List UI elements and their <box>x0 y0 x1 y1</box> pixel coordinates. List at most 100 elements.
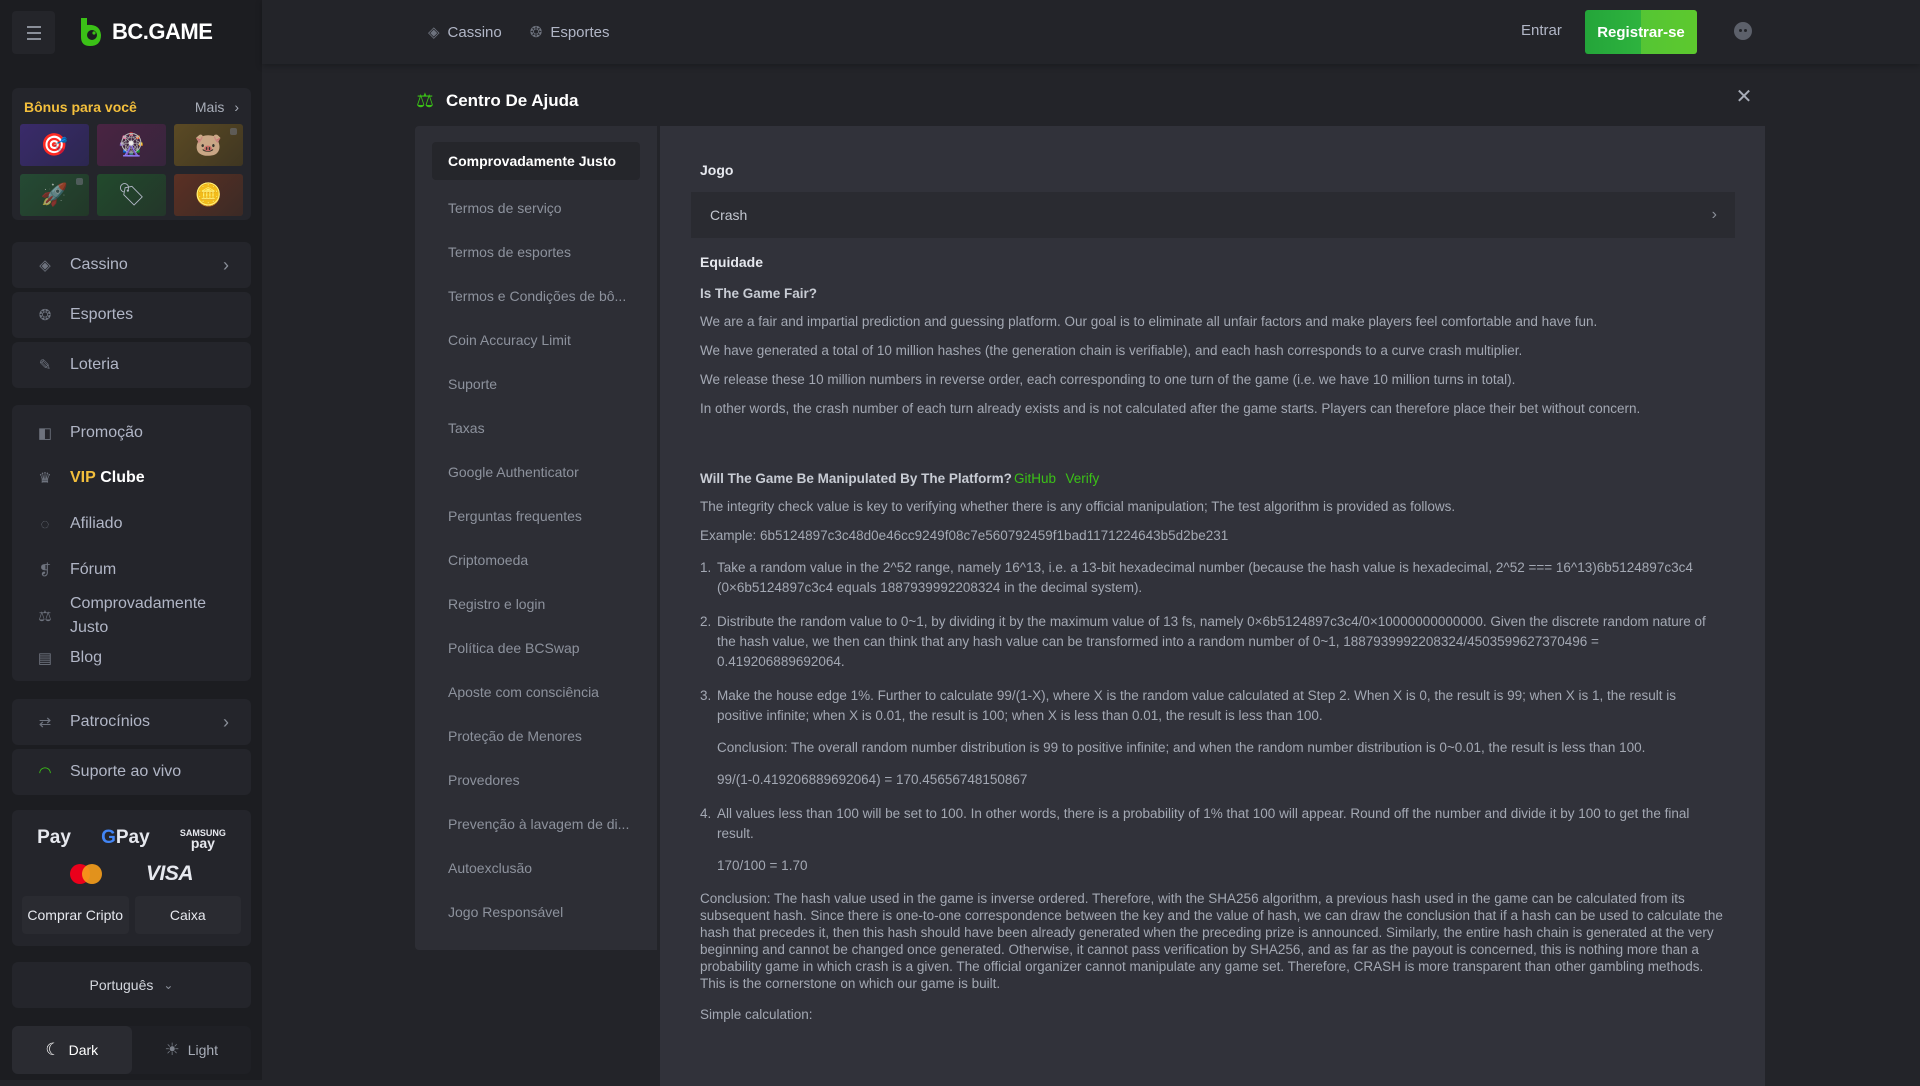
help-center-title: Centro De Ajuda <box>445 90 579 110</box>
help-nav-item[interactable]: Termos e Condições de bô... <box>432 274 640 318</box>
help-nav-item[interactable]: Política dee BCSwap <box>432 626 640 670</box>
help-nav-item[interactable]: Criptomoeda <box>432 538 640 582</box>
paragraph: We have generated a total of 10 million … <box>700 343 1523 358</box>
light-label: Light <box>187 1042 219 1058</box>
top-nav-cassino[interactable]: ◈ Cassino <box>428 23 502 42</box>
sidebar-item-blog[interactable]: ▤ Blog <box>12 640 251 676</box>
top-nav-label: Esportes <box>550 23 610 41</box>
sidebar-item-vip-clube[interactable]: ♛ VIP Clube <box>12 460 251 496</box>
help-nav-item[interactable]: Perguntas frequentes <box>432 494 640 538</box>
lock-icon <box>230 128 237 135</box>
bonus-card: Bônus para você Mais 🎯 🎡 🐷 🚀 🏷 🪙 <box>12 88 251 220</box>
logo[interactable]: BC.GAME <box>78 16 213 48</box>
game-label: Jogo <box>700 162 734 178</box>
top-nav-esportes[interactable]: ❂ Esportes <box>530 23 610 42</box>
help-nav-item[interactable]: Proteção de Menores <box>432 714 640 758</box>
moon-icon: ☾ <box>45 1040 61 1059</box>
game-select[interactable]: Crash › <box>691 192 1735 238</box>
crown-icon: ♛ <box>38 470 52 487</box>
help-content: Jogo Crash › Equidade Is The Game Fair? … <box>660 126 1765 1086</box>
step-conclusion: Conclusion: The overall random number di… <box>717 740 1646 755</box>
help-nav-item[interactable]: Aposte com consciência <box>432 670 640 714</box>
vip-label: VIP <box>70 469 96 486</box>
bonus-tile-tags[interactable]: 🏷 <box>97 174 166 216</box>
help-nav-item[interactable]: Termos de esportes <box>432 230 640 274</box>
buy-crypto-button[interactable]: Comprar Cripto <box>22 896 129 934</box>
theme-toggle: ☾ Dark ☀ Light <box>12 1026 251 1074</box>
mastercard-logo <box>69 864 102 884</box>
casino-icon: ◈ <box>39 257 51 274</box>
rocket-icon: 🚀 <box>40 182 69 207</box>
promotion-icon: ◧ <box>37 425 53 442</box>
final-conclusion: Conclusion: The hash value used in the g… <box>700 891 1723 991</box>
help-nav-item[interactable]: Termos de serviço <box>432 186 640 230</box>
sidebar-item-loteria[interactable]: ✎ Loteria <box>12 342 251 388</box>
sidebar-item-label: Blog <box>70 649 103 666</box>
register-button[interactable]: Registrar-se <box>1585 10 1697 54</box>
cashier-button[interactable]: Caixa <box>134 896 241 934</box>
bonus-tile-coin[interactable]: 🪙 <box>174 174 243 216</box>
help-nav-item[interactable]: Suporte <box>432 362 640 406</box>
sidebar-item-comprovadamente-justo[interactable]: ⚖ Comprovadamente Justo <box>12 590 251 642</box>
login-button[interactable]: Entrar <box>1521 22 1562 39</box>
question-manipulated: Will The Game Be Manipulated By The Plat… <box>700 471 1725 486</box>
sidebar: BC.GAME Bônus para você Mais 🎯 🎡 🐷 🚀 🏷 🪙… <box>0 0 262 1080</box>
verify-link[interactable]: Verify <box>1065 471 1099 486</box>
sidebar-item-label: VIP Clube <box>70 466 145 490</box>
blog-icon: ▤ <box>37 650 53 667</box>
close-icon[interactable]: ✕ <box>1733 86 1755 108</box>
bonus-tile-piggy-bank[interactable]: 🐷 <box>174 124 243 166</box>
help-nav-item[interactable]: Registro e login <box>432 582 640 626</box>
help-nav-item[interactable]: Prevenção à lavagem de di... <box>432 802 640 846</box>
sidebar-item-patrocinios[interactable]: ⇄ Patrocínios › <box>12 699 251 745</box>
help-nav-item[interactable]: Coin Accuracy Limit <box>432 318 640 362</box>
help-nav-item[interactable]: Comprovadamente Justo <box>432 142 640 180</box>
logo-text: BC.GAME <box>112 19 213 44</box>
sidebar-item-label: Promoção <box>70 424 143 441</box>
example-hash: Example: 6b5124897c3c48d0e46cc9249f08c7e… <box>700 528 1229 543</box>
bc-game-logo-icon <box>81 18 101 46</box>
lock-icon <box>76 178 83 185</box>
help-nav-item[interactable]: Google Authenticator <box>432 450 640 494</box>
top-nav: ◈ Cassino ❂ Esportes <box>428 0 610 64</box>
paragraph: The integrity check value is key to veri… <box>700 499 1456 514</box>
sidebar-item-forum[interactable]: ❡ Fórum <box>12 552 251 588</box>
step-formula: 170/100 = 1.70 <box>717 858 808 873</box>
clube-label: Clube <box>100 469 145 486</box>
menu-toggle-button[interactable] <box>12 11 55 54</box>
bonus-tile-target[interactable]: 🎯 <box>20 124 89 166</box>
target-icon: 🎯 <box>40 132 69 157</box>
sidebar-item-suporte-ao-vivo[interactable]: ◠ Suporte ao vivo <box>12 749 251 795</box>
language-selector[interactable]: Português ⌄ <box>12 962 251 1008</box>
sidebar-item-label: Afiliado <box>70 515 123 532</box>
coin-fire-icon: 🪙 <box>194 182 223 207</box>
sidebar-item-cassino[interactable]: ◈ Cassino › <box>12 242 251 288</box>
sidebar-item-esportes[interactable]: ❂ Esportes <box>12 292 251 338</box>
sidebar-item-label: Esportes <box>70 306 134 323</box>
visa-logo: VISA <box>145 862 194 885</box>
dark-theme-button[interactable]: ☾ Dark <box>12 1026 132 1074</box>
bonus-tile-wheel[interactable]: 🎡 <box>97 124 166 166</box>
chevron-down-icon: ⌄ <box>163 978 174 992</box>
help-nav-item[interactable]: Provedores <box>432 758 640 802</box>
help-nav-item[interactable]: Autoexclusão <box>432 846 640 890</box>
scales-icon: ⚖ <box>416 90 434 112</box>
github-link[interactable]: GitHub <box>1014 471 1056 486</box>
sidebar-item-promocao[interactable]: ◧ Promoção <box>12 415 251 451</box>
chat-icon[interactable] <box>1734 22 1752 40</box>
chevron-right-icon: › <box>1711 206 1717 223</box>
step: 1. Take a random value in the 2^52 range… <box>700 560 1693 595</box>
sidebar-item-label: Patrocínios <box>70 713 151 730</box>
light-theme-button[interactable]: ☀ Light <box>132 1026 252 1074</box>
handshake-icon: ⇄ <box>38 714 52 731</box>
headset-icon: ◠ <box>38 764 52 781</box>
bonus-more-link[interactable]: Mais <box>195 99 239 115</box>
forum-icon: ❡ <box>38 562 52 579</box>
apple-pay-logo: Pay <box>37 827 71 848</box>
bonus-tile-rocket[interactable]: 🚀 <box>20 174 89 216</box>
sidebar-item-afiliado[interactable]: ◌ Afiliado <box>12 506 251 542</box>
google-icon: G <box>101 827 116 848</box>
hamburger-icon <box>26 24 41 42</box>
help-nav-item[interactable]: Taxas <box>432 406 640 450</box>
help-nav-item[interactable]: Jogo Responsável <box>432 890 640 934</box>
